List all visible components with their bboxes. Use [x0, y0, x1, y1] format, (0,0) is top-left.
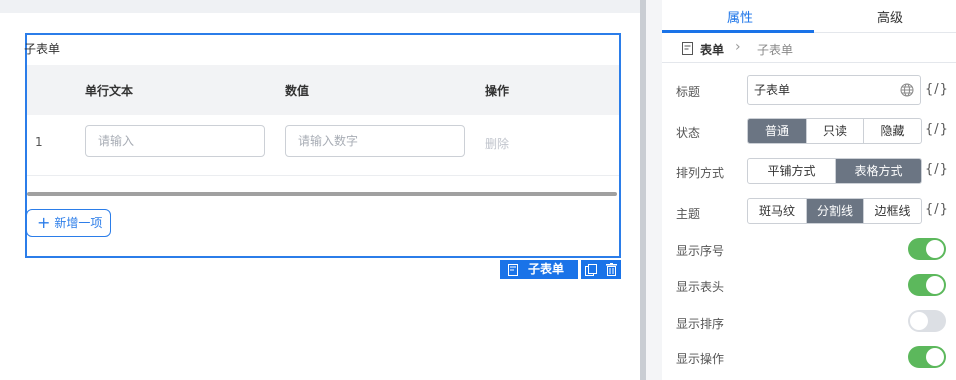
chevron-right-icon: ›: [735, 39, 741, 55]
trash-icon: [605, 263, 617, 276]
layout-tiled[interactable]: 平铺方式: [748, 159, 835, 183]
toggle-knob: [926, 240, 944, 258]
theme-zebra[interactable]: 斑马纹: [748, 199, 806, 223]
theme-bordered[interactable]: 边框线: [863, 199, 921, 223]
breadcrumb: 表单 › 子表单: [662, 33, 956, 63]
text-input[interactable]: 请输入: [85, 125, 265, 157]
column-header-action: 操作: [485, 84, 510, 98]
title-value: 子表单: [754, 83, 791, 97]
copy-icon: [585, 263, 597, 276]
show-header-toggle[interactable]: [908, 274, 946, 296]
column-header-text: 单行文本: [85, 84, 134, 98]
panel-divider: [646, 0, 662, 380]
layout-segmented: 平铺方式 表格方式: [747, 158, 922, 184]
theme-divider[interactable]: 分割线: [806, 199, 863, 223]
row-divider: [27, 175, 619, 176]
component-tag[interactable]: 子表单: [500, 260, 578, 279]
row-number: 1: [35, 135, 43, 149]
status-hidden[interactable]: 隐藏: [863, 119, 921, 143]
number-input[interactable]: 请输入数字: [285, 125, 465, 157]
form-icon: [682, 42, 693, 55]
show-sort-toggle[interactable]: [908, 310, 946, 332]
show-action-toggle[interactable]: [908, 346, 946, 368]
status-readonly[interactable]: 只读: [806, 119, 863, 143]
toggle-knob: [926, 348, 944, 366]
title-input[interactable]: 子表单: [747, 75, 921, 105]
status-fx-button[interactable]: {/}: [925, 122, 949, 137]
delete-component-button[interactable]: [601, 260, 621, 279]
table-horizontal-scrollbar[interactable]: [27, 192, 617, 196]
toggle-knob: [910, 312, 928, 330]
tab-advanced[interactable]: 高级: [877, 7, 903, 26]
theme-segmented: 斑马纹 分割线 边框线: [747, 198, 922, 224]
theme-label: 主题: [676, 207, 701, 221]
add-row-label: 新增一项: [54, 216, 103, 230]
show-index-toggle[interactable]: [908, 238, 946, 260]
breadcrumb-subform: 子表单: [757, 43, 794, 57]
column-header-number: 数值: [285, 84, 310, 98]
subform-title: 子表单: [24, 42, 61, 56]
subform-icon: [508, 263, 518, 276]
property-panel: 属性 高级 表单 › 子表单 标题 子表单 {/} 状态 普通 只读 隐藏 {/…: [662, 0, 956, 380]
delete-row-link[interactable]: 删除: [485, 135, 509, 152]
plus-icon: +: [37, 213, 51, 232]
copy-button[interactable]: [581, 260, 601, 279]
component-tag-bar: 子表单: [500, 260, 621, 279]
theme-fx-button[interactable]: {/}: [925, 202, 949, 217]
title-label: 标题: [676, 85, 701, 99]
layout-fx-button[interactable]: {/}: [925, 162, 949, 177]
status-normal[interactable]: 普通: [748, 119, 806, 143]
add-row-button[interactable]: + 新增一项: [26, 209, 111, 237]
title-fx-button[interactable]: {/}: [925, 82, 949, 97]
panel-tabs: 属性 高级: [662, 0, 956, 33]
toggle-label-sort: 显示排序: [676, 317, 725, 331]
toggle-label-index: 显示序号: [676, 244, 725, 258]
toggle-knob: [926, 276, 944, 294]
toggle-label-header: 显示表头: [676, 280, 725, 294]
toggle-label-action: 显示操作: [676, 352, 725, 366]
layout-table[interactable]: 表格方式: [835, 159, 921, 183]
tab-properties[interactable]: 属性: [727, 7, 753, 26]
component-tag-label: 子表单: [528, 262, 565, 276]
status-label: 状态: [676, 126, 701, 140]
layout-label: 排列方式: [676, 166, 725, 180]
globe-icon[interactable]: [900, 83, 914, 97]
breadcrumb-form[interactable]: 表单: [700, 41, 724, 58]
status-segmented: 普通 只读 隐藏: [747, 118, 922, 144]
